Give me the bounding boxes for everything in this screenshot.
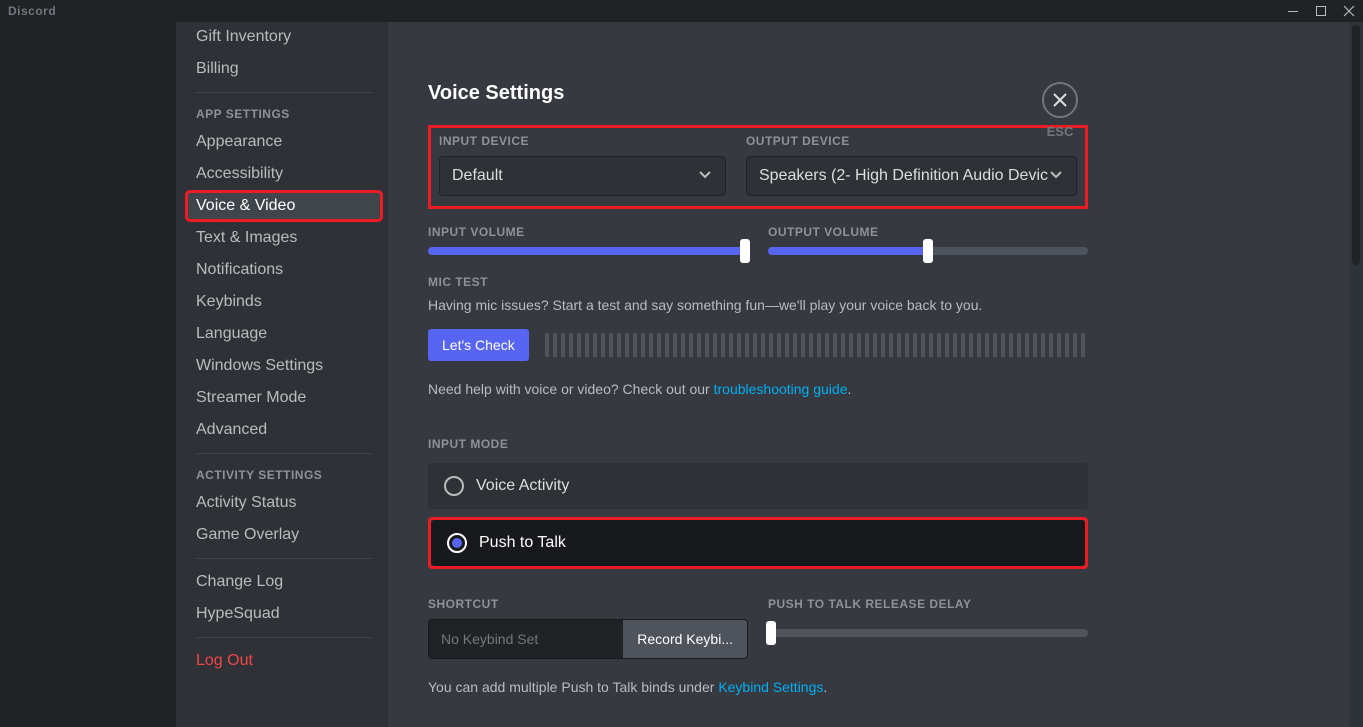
record-keybind-button[interactable]: Record Keybi... [623, 620, 747, 658]
close-settings: ESC [1042, 82, 1078, 139]
slider-thumb[interactable] [740, 239, 750, 263]
input-volume-label: INPUT VOLUME [428, 225, 748, 239]
footnote: You can add multiple Push to Talk binds … [428, 679, 1088, 695]
radio-icon [444, 476, 464, 496]
input-device-select[interactable]: Default [439, 156, 726, 196]
sidebar-separator [196, 558, 372, 559]
sidebar-header-app-settings: APP SETTINGS [186, 101, 382, 127]
radio-label: Voice Activity [476, 477, 569, 495]
settings-sidebar: Gift Inventory Billing APP SETTINGS Appe… [176, 22, 388, 727]
esc-label: ESC [1042, 124, 1078, 139]
sidebar-item-activity-status[interactable]: Activity Status [186, 488, 382, 518]
sidebar-item-accessibility[interactable]: Accessibility [186, 159, 382, 189]
shortcut-label: SHORTCUT [428, 597, 748, 611]
help-text: Need help with voice or video? Check out… [428, 381, 1088, 397]
sidebar-item-advanced[interactable]: Advanced [186, 415, 382, 445]
output-volume-label: OUTPUT VOLUME [768, 225, 1088, 239]
mic-test-label: MIC TEST [428, 275, 1088, 289]
content-area: Voice Settings ESC INPUT DEVICE Default [388, 22, 1363, 727]
slider-fill [428, 247, 748, 255]
slider-fill [768, 247, 928, 255]
sidebar-item-billing[interactable]: Billing [186, 54, 382, 84]
input-device-value: Default [452, 167, 503, 185]
sidebar-item-streamer-mode[interactable]: Streamer Mode [186, 383, 382, 413]
scrollbar[interactable] [1349, 22, 1363, 727]
shortcut-input[interactable]: No Keybind Set [429, 620, 623, 658]
output-device-label: OUTPUT DEVICE [746, 134, 1077, 148]
output-volume-slider[interactable] [768, 247, 1088, 255]
slider-thumb[interactable] [923, 239, 933, 263]
window-close-button[interactable] [1335, 0, 1363, 22]
ptt-delay-label: PUSH TO TALK RELEASE DELAY [768, 597, 1088, 611]
radio-icon [447, 533, 467, 553]
sidebar-header-activity-settings: ACTIVITY SETTINGS [186, 462, 382, 488]
window-controls [1279, 0, 1363, 22]
close-icon [1051, 91, 1069, 109]
shortcut-keybind-box: No Keybind Set Record Keybi... [428, 619, 748, 659]
sidebar-item-text-images[interactable]: Text & Images [186, 223, 382, 253]
sidebar-item-language[interactable]: Language [186, 319, 382, 349]
sidebar-item-hypesquad[interactable]: HypeSquad [186, 599, 382, 629]
mic-test-button[interactable]: Let's Check [428, 329, 529, 361]
sidebar-item-game-overlay[interactable]: Game Overlay [186, 520, 382, 550]
sidebar-item-gift-inventory[interactable]: Gift Inventory [186, 22, 382, 52]
mic-level-meter [545, 333, 1088, 357]
output-device-select[interactable]: Speakers (2- High Definition Audio Devic [746, 156, 1077, 196]
page-title: Voice Settings [428, 82, 1088, 105]
radio-label: Push to Talk [479, 534, 566, 552]
chevron-down-icon [1048, 166, 1064, 187]
left-padding [0, 22, 176, 727]
input-mode-voice-activity[interactable]: Voice Activity [428, 463, 1088, 509]
sidebar-separator [196, 637, 372, 638]
scrollbar-thumb[interactable] [1352, 25, 1360, 265]
sidebar-separator [196, 92, 372, 93]
app-name: Discord [8, 4, 56, 18]
input-device-label: INPUT DEVICE [439, 134, 726, 148]
close-button[interactable] [1042, 82, 1078, 118]
sidebar-item-change-log[interactable]: Change Log [186, 567, 382, 597]
sidebar-item-voice-video[interactable]: Voice & Video [186, 191, 382, 221]
keybind-settings-link[interactable]: Keybind Settings [718, 679, 823, 695]
input-mode-push-to-talk[interactable]: Push to Talk [431, 520, 1085, 566]
output-device-value: Speakers (2- High Definition Audio Devic [759, 167, 1048, 185]
sidebar-item-appearance[interactable]: Appearance [186, 127, 382, 157]
maximize-button[interactable] [1307, 0, 1335, 22]
mic-test-description: Having mic issues? Start a test and say … [428, 297, 1088, 313]
titlebar: Discord [0, 0, 1363, 22]
input-volume-slider[interactable] [428, 247, 748, 255]
device-section-highlight: INPUT DEVICE Default OUTPUT DEVICE Speak… [428, 125, 1088, 209]
minimize-button[interactable] [1279, 0, 1307, 22]
radio-dot-icon [452, 538, 462, 548]
slider-thumb[interactable] [766, 621, 776, 645]
sidebar-item-notifications[interactable]: Notifications [186, 255, 382, 285]
sidebar-item-windows-settings[interactable]: Windows Settings [186, 351, 382, 381]
sidebar-separator [196, 453, 372, 454]
push-to-talk-highlight: Push to Talk [428, 517, 1088, 569]
input-mode-label: INPUT MODE [428, 437, 1088, 451]
ptt-delay-slider[interactable] [768, 629, 1088, 637]
chevron-down-icon [697, 166, 713, 187]
sidebar-item-logout[interactable]: Log Out [186, 646, 382, 676]
troubleshooting-link[interactable]: troubleshooting guide [714, 381, 848, 397]
sidebar-item-keybinds[interactable]: Keybinds [186, 287, 382, 317]
